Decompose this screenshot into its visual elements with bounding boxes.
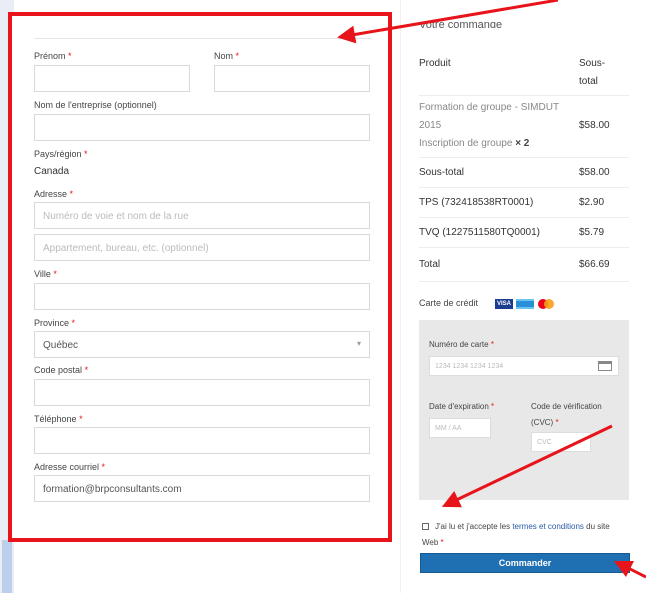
terms-checkbox-row: J'ai lu et j'accepte les termes et condi… [422,522,610,547]
amex-logo-icon [516,299,534,309]
col-subtotal-header-2: total [579,76,598,87]
expiry-input[interactable]: MM / AA [429,418,491,438]
order-item-row: Formation de groupe - SIMDUT 2015 Inscri… [419,96,629,158]
telephone-input[interactable] [34,427,370,454]
order-summary-column: Votre commande Produit Sous- total Forma… [400,0,646,593]
form-top-divider [34,38,372,39]
prenom-input[interactable] [34,65,190,92]
order-tps-row: TPS (732418538RT0001) $2.90 [419,188,629,218]
province-value: Québec [43,340,79,351]
order-subtotal-row: Sous-total $58.00 [419,158,629,188]
expiry-label: Date d'expiration * [429,402,495,411]
courriel-label: Adresse courriel * [34,462,106,472]
visa-logo-icon: VISA [495,299,513,309]
entreprise-input[interactable] [34,114,370,141]
payment-method-label: Carte de crédit [419,298,479,308]
cvc-label-line1: Code de vérification [531,402,602,411]
card-payment-box: Numéro de carte * 1234 1234 1234 1234 Da… [419,320,629,500]
code-postal-input[interactable] [34,379,370,406]
card-number-input[interactable]: 1234 1234 1234 1234 [429,356,619,376]
order-header-row: Produit Sous- total [419,52,629,96]
code-postal-label: Code postal * [34,365,89,375]
prenom-label: Prénom * [34,51,72,61]
commander-button[interactable]: Commander [420,553,630,573]
order-tvq-row: TVQ (1227511580TQ0001) $5.79 [419,218,629,248]
tvq-value: $5.79 [579,227,605,238]
item-name-line3: Inscription de groupe × 2 [419,138,530,149]
tvq-label: TVQ (1227511580TQ0001) [419,227,541,238]
cvc-input[interactable]: CVC [531,432,591,452]
adresse-input[interactable]: Numéro de voie et nom de la rue [34,202,370,229]
adresse-label: Adresse * [34,189,74,199]
province-select[interactable]: Québec ▾ [34,331,370,358]
tps-label: TPS (732418538RT0001) [419,197,534,208]
order-title: Votre commande [419,22,503,31]
left-blue-accent [2,540,12,593]
ville-label: Ville * [34,269,57,279]
total-value: $66.69 [579,259,610,270]
terms-checkbox[interactable] [422,523,429,530]
nom-input[interactable] [214,65,370,92]
adresse2-input[interactable]: Appartement, bureau, etc. (optionnel) [34,234,370,261]
entreprise-label: Nom de l'entreprise (optionnel) [34,100,157,110]
total-label: Total [419,259,441,270]
cvc-label-line2: (CVC) * [531,418,559,427]
mastercard-logo-icon [538,299,556,309]
tps-value: $2.90 [579,197,605,208]
courriel-input[interactable]: formation@brpconsultants.com [34,475,370,502]
pays-value: Canada [34,166,70,177]
col-product-header: Produit [419,58,451,69]
subtotal-value: $58.00 [579,167,610,178]
order-total-row: Total $66.69 [419,248,629,282]
item-price: $58.00 [579,120,610,131]
item-name-line1: Formation de groupe - SIMDUT [419,102,560,113]
col-subtotal-header-1: Sous- [579,58,606,69]
card-number-label: Numéro de carte * [429,340,494,349]
ville-input[interactable] [34,283,370,310]
credit-card-icon [598,361,612,371]
pays-label: Pays/région * [34,149,88,159]
item-name-line2: 2015 [419,120,442,131]
province-label: Province * [34,318,76,328]
telephone-label: Téléphone * [34,414,83,424]
chevron-down-icon: ▾ [356,339,361,348]
subtotal-label: Sous-total [419,167,465,178]
terms-link[interactable]: termes et conditions [512,522,584,531]
nom-label: Nom * [214,51,240,61]
